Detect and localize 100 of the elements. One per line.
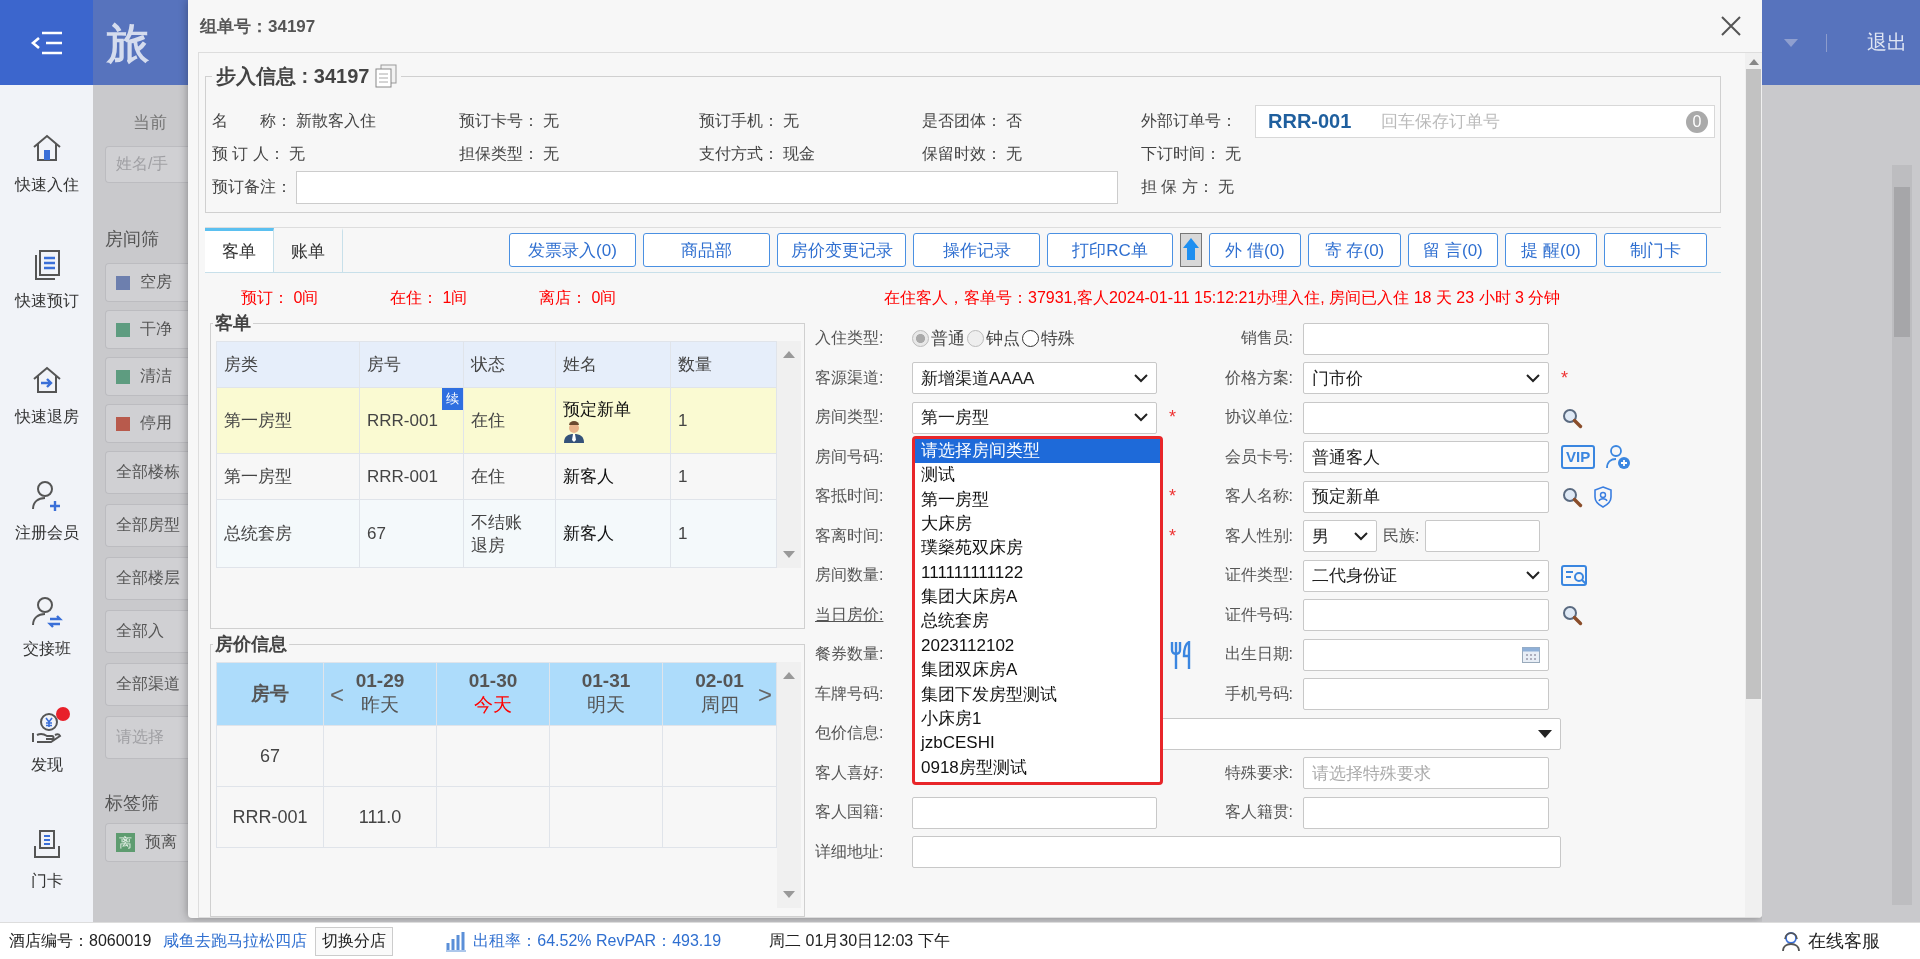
date-label: 02-01 [695,670,744,692]
table-row[interactable]: 总统套房 67 不结账退房 新客人 1 [216,499,777,568]
input-field[interactable] [1303,796,1549,829]
input-field[interactable]: 预定新单 [1303,480,1549,513]
select-field[interactable]: 二代身份证 [1303,559,1549,592]
select-field[interactable]: 全部入 [105,610,188,653]
toolbar-button[interactable]: 打印RC单 [1047,233,1173,267]
next-button[interactable]: > [758,681,772,709]
close-icon[interactable] [1720,15,1742,37]
id-card-search-icon[interactable] [1561,563,1589,588]
filter-item[interactable]: 停用 [105,404,188,443]
scroll-up-icon[interactable] [783,672,795,679]
filter-item[interactable]: 离 预离 [105,823,188,862]
search-icon[interactable] [1561,604,1583,627]
select-field[interactable]: 全部房型 [105,504,188,547]
table-cell: 67 [367,523,386,543]
dropdown-option[interactable]: jzbCESHI [915,731,1160,756]
toolbar-button[interactable]: 外 借(0) [1209,233,1301,267]
table-cell: 新客人 [563,524,614,543]
dropdown-option[interactable]: 0918房型测试 [915,755,1160,781]
table-cell: 第一房型 [224,411,292,430]
scrollbar[interactable] [777,341,801,568]
select-field[interactable]: 全部楼栋 [105,451,188,494]
input-field[interactable]: 普通客人 [1303,441,1549,474]
table-row[interactable]: 第一房型 RRR-001 续 在住 预定新单 1 [216,387,777,454]
dropdown-option[interactable]: 总统套房 [915,609,1160,634]
field-label[interactable]: 当日房价: [815,604,912,626]
headset-user-icon[interactable] [1780,930,1802,952]
input-field[interactable] [912,796,1157,829]
toolbar-button[interactable]: 寄 存(0) [1308,233,1401,267]
search-icon[interactable] [1561,485,1583,508]
table-row[interactable]: 第一房型 RRR-001 在住 新客人 1 [216,453,777,500]
logout-link[interactable]: 退出 [1867,29,1907,56]
scroll-up-icon[interactable] [1748,59,1759,65]
input-field[interactable] [1303,322,1549,355]
switch-store-button[interactable]: 切换分店 [315,926,394,956]
select-field[interactable]: 男 [1303,520,1377,553]
toolbar-button[interactable]: 提 醒(0) [1505,233,1597,267]
scroll-down-icon[interactable] [783,891,795,898]
sidebar-item-label[interactable]: 快速入住 [14,175,79,196]
previous-button[interactable]: < [330,681,344,709]
input-field[interactable] [1425,520,1541,553]
toolbar-button[interactable]: 发票录入(0) [509,233,636,267]
copy-icon[interactable] [375,64,398,88]
store-link[interactable]: 咸鱼去跑马拉松四店 [163,930,308,952]
dropdown-option[interactable]: 大床房 [915,511,1160,537]
select-field[interactable]: 全部渠道 [105,663,188,706]
date-field[interactable] [1303,638,1549,671]
sidebar-item-label[interactable]: 快速退房 [14,407,79,428]
sidebar-item-label[interactable]: 快速预订 [14,291,79,312]
support-link[interactable]: 在线客服 [1808,929,1880,953]
sidebar-item-label[interactable]: 交接班 [22,639,71,660]
filter-item[interactable]: 干净 [105,310,188,349]
date-label: 01-30 [468,670,518,692]
radio-option[interactable]: 特殊 [1022,327,1075,351]
caret-down-icon [1538,729,1552,738]
sidebar-item-label[interactable]: 注册会员 [14,523,79,544]
tab[interactable]: 客单 [205,228,274,272]
shield-icon[interactable] [1593,485,1613,508]
toolbar-button[interactable]: 商品部 [643,233,770,267]
input-field[interactable] [296,171,1118,204]
dropdown-option[interactable]: 第一房型 [915,487,1160,512]
search-icon[interactable] [1561,406,1583,429]
toolbar-button[interactable]: 留 言(0) [1408,233,1498,267]
dropdown-option[interactable]: 小床房1 [915,707,1160,732]
tab[interactable]: 账单 [274,228,343,272]
scroll-down-icon[interactable] [783,551,795,558]
scrollbar[interactable] [1892,165,1912,905]
sidebar-item-label[interactable]: 发现 [30,755,63,776]
required-mark: * [1169,407,1176,429]
caret-down-icon[interactable] [1784,38,1798,47]
dropdown-option[interactable]: 集团大床房A [915,585,1160,610]
toolbar-button[interactable]: 房价变更记录 [777,233,906,267]
toolbar-button[interactable]: 操作记录 [913,233,1040,267]
order-number-field[interactable]: RRR-001 回车保存订单号 0 [1255,105,1715,138]
select-field[interactable]: 门市价 [1303,362,1549,395]
dropdown-option[interactable]: 璞燊苑双床房 [915,536,1160,561]
sidebar-item-label[interactable]: 门卡 [30,871,63,892]
dropdown-option[interactable]: 集团双床房A [915,658,1160,683]
scroll-up-icon[interactable] [783,351,795,358]
input-field[interactable] [912,836,1561,869]
select-field[interactable]: 全部楼层 [105,557,188,600]
dropdown-option[interactable]: 2023112102 [915,633,1160,659]
scrollbar[interactable] [1745,53,1762,917]
input-field[interactable] [1303,401,1549,434]
filter-item[interactable]: 清洁 [105,357,188,396]
select-field[interactable]: 第一房型 [912,401,1157,434]
input-field[interactable] [1303,678,1549,711]
dropdown-option[interactable]: 111111111122 [915,560,1160,586]
dropdown-option[interactable]: 集团下发房型测试 [915,682,1160,708]
toolbar-button[interactable]: 制门卡 [1604,233,1707,267]
scrollbar[interactable] [777,662,801,908]
user-add-icon[interactable] [1605,444,1632,471]
field-label: 入住类型: [815,328,885,349]
dropdown-option[interactable]: 测试 [915,463,1160,488]
filter-item[interactable]: 空房 [105,263,188,302]
menu-icon[interactable] [29,29,64,56]
input-field[interactable] [1303,599,1549,632]
select-field[interactable]: 新增渠道AAAA [912,362,1157,395]
dropdown-option[interactable]: 请选择房间类型 [915,438,1160,464]
